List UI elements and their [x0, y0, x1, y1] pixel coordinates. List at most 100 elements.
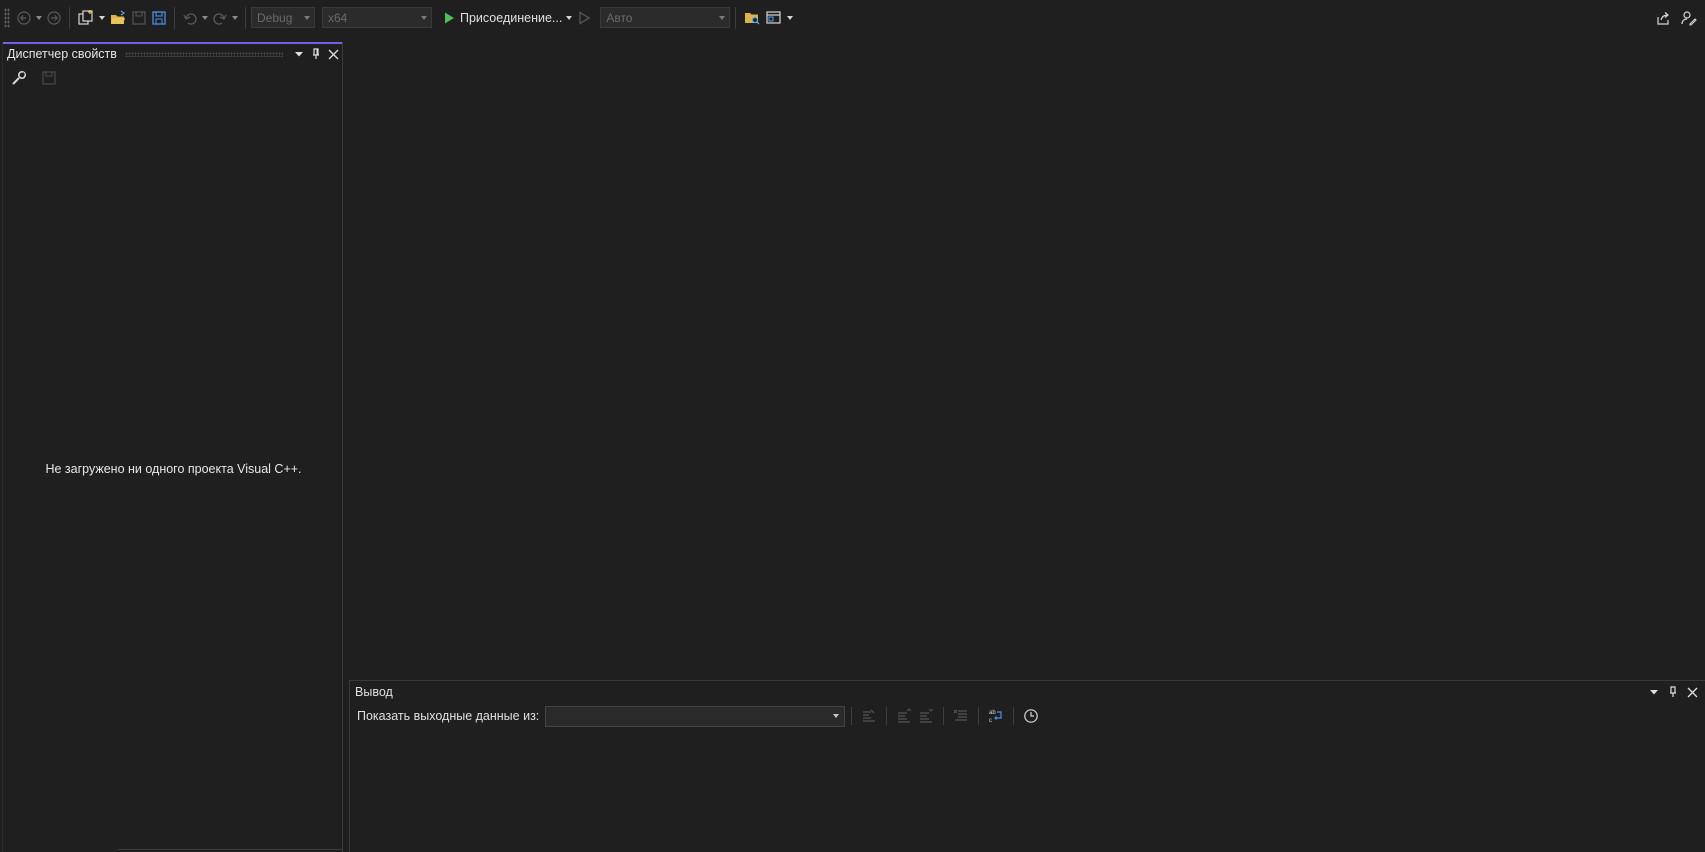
save-property-sheet-button[interactable]: [39, 65, 59, 91]
toolbar-grip[interactable]: [4, 7, 10, 28]
property-manager-title: Диспетчер свойств: [7, 47, 117, 61]
toolbar-separator: [1013, 707, 1015, 725]
property-manager-toolbar: [3, 64, 342, 92]
toolbar-separator: [851, 707, 853, 725]
chevron-down-icon: [421, 15, 427, 20]
open-file-button[interactable]: [107, 5, 129, 31]
show-output-from-label: Показать выходные данные из:: [357, 709, 540, 723]
panel-options-button[interactable]: [291, 46, 307, 62]
user-feedback-icon: [1681, 11, 1697, 26]
save-button[interactable]: [129, 5, 149, 31]
clear-all-icon: [953, 709, 968, 721]
debug-target-combo[interactable]: Авто: [600, 7, 731, 28]
output-options-button[interactable]: [1646, 684, 1662, 700]
play-icon: [445, 12, 454, 23]
save-all-icon: [152, 10, 166, 25]
configuration-value: Debug: [257, 10, 293, 25]
wrench-icon: [12, 70, 27, 85]
customize-toolbar-dropdown[interactable]: [785, 5, 795, 31]
folder-search-icon: [745, 12, 760, 24]
toolbar-separator: [174, 6, 175, 29]
window-layout-icon: [766, 10, 781, 24]
live-share-button[interactable]: [1653, 5, 1673, 31]
find-message-icon: [863, 709, 876, 722]
word-wrap-button[interactable]: ab c: [985, 705, 1007, 727]
svg-text:c: c: [989, 718, 992, 724]
toolbar-separator: [69, 6, 70, 29]
share-icon: [1657, 12, 1669, 25]
start-debugging-button[interactable]: Присоединение...: [440, 5, 564, 31]
undo-icon: [183, 12, 197, 25]
previous-message-button[interactable]: [893, 705, 915, 727]
undo-button[interactable]: [180, 5, 200, 31]
back-arrow-icon: [17, 10, 31, 25]
new-project-icon: [78, 9, 93, 25]
output-toolbar: Показать выходные данные из: ab c: [350, 703, 1705, 729]
output-source-select[interactable]: [545, 705, 846, 727]
output-header-controls: [1646, 684, 1701, 700]
new-project-button[interactable]: [75, 5, 97, 31]
clear-all-button[interactable]: [950, 705, 972, 727]
property-manager-header[interactable]: Диспетчер свойств: [3, 44, 342, 64]
play-outline-icon: [579, 10, 591, 25]
debug-target-value: Авто: [606, 10, 633, 25]
svg-text:ab: ab: [989, 710, 996, 716]
toolbar-separator: [735, 6, 737, 29]
output-header[interactable]: Вывод: [350, 681, 1705, 703]
pin-icon: [1670, 686, 1676, 697]
window-layout-button[interactable]: [763, 5, 785, 31]
panel-close-button[interactable]: [325, 46, 341, 62]
output-panel: Вывод Показать выходные данные из: ab c: [349, 680, 1705, 852]
chevron-down-icon: [833, 714, 840, 718]
next-message-icon: [920, 708, 934, 723]
platform-value: x64: [328, 10, 348, 25]
toolbar-separator: [978, 707, 980, 725]
navigate-back-dropdown[interactable]: [34, 5, 44, 31]
toolbar-separator: [943, 707, 945, 725]
save-disk-icon: [42, 71, 56, 85]
find-message-button[interactable]: [858, 705, 880, 727]
output-title: Вывод: [355, 685, 393, 699]
word-wrap-icon: ab c: [989, 710, 1002, 724]
redo-dropdown[interactable]: [230, 5, 240, 31]
output-close-button[interactable]: [1684, 684, 1700, 700]
forward-arrow-icon: [47, 10, 61, 25]
navigate-forward-button[interactable]: [44, 5, 64, 31]
chevron-down-icon: [1650, 690, 1658, 695]
navigate-back-button[interactable]: [14, 5, 34, 31]
pin-icon: [313, 48, 319, 59]
chevron-down-icon: [719, 15, 726, 20]
show-timestamps-button[interactable]: [1020, 705, 1042, 727]
no-projects-message: Не загружено ни одного проекта Visual C+…: [45, 462, 302, 476]
next-message-button[interactable]: [915, 705, 937, 727]
undo-dropdown[interactable]: [200, 5, 210, 31]
toolbar-separator: [886, 707, 888, 725]
find-in-files-button[interactable]: [741, 5, 763, 31]
chevron-down-icon: [304, 15, 310, 20]
property-manager-panel: Диспетчер свойств Не загружено ни одного…: [2, 42, 343, 852]
start-debugging-dropdown[interactable]: [564, 5, 574, 31]
clock-icon: [1024, 709, 1039, 723]
save-all-button[interactable]: [149, 5, 169, 31]
main-toolbar: Debug x64 Присоединение... Авто: [0, 0, 1705, 35]
save-disk-icon: [132, 10, 146, 25]
platform-combo[interactable]: x64: [322, 7, 432, 28]
toolbar-separator: [245, 6, 246, 29]
close-icon: [328, 49, 338, 59]
panel-drag-grip[interactable]: [124, 51, 283, 57]
configuration-combo[interactable]: Debug: [251, 7, 315, 28]
panel-bottom-divider: [118, 849, 343, 850]
chevron-down-icon: [295, 52, 303, 57]
panel-pin-button[interactable]: [308, 46, 324, 62]
toolbar-right-group: [1653, 5, 1699, 31]
previous-message-icon: [898, 708, 912, 723]
redo-button[interactable]: [210, 5, 230, 31]
redo-icon: [213, 12, 227, 25]
feedback-button[interactable]: [1679, 5, 1699, 31]
start-without-debugging-button[interactable]: [574, 5, 594, 31]
close-icon: [1687, 687, 1697, 697]
output-pin-button[interactable]: [1665, 684, 1681, 700]
open-folder-icon: [111, 10, 126, 24]
properties-button[interactable]: [9, 65, 29, 91]
new-project-dropdown[interactable]: [97, 5, 107, 31]
